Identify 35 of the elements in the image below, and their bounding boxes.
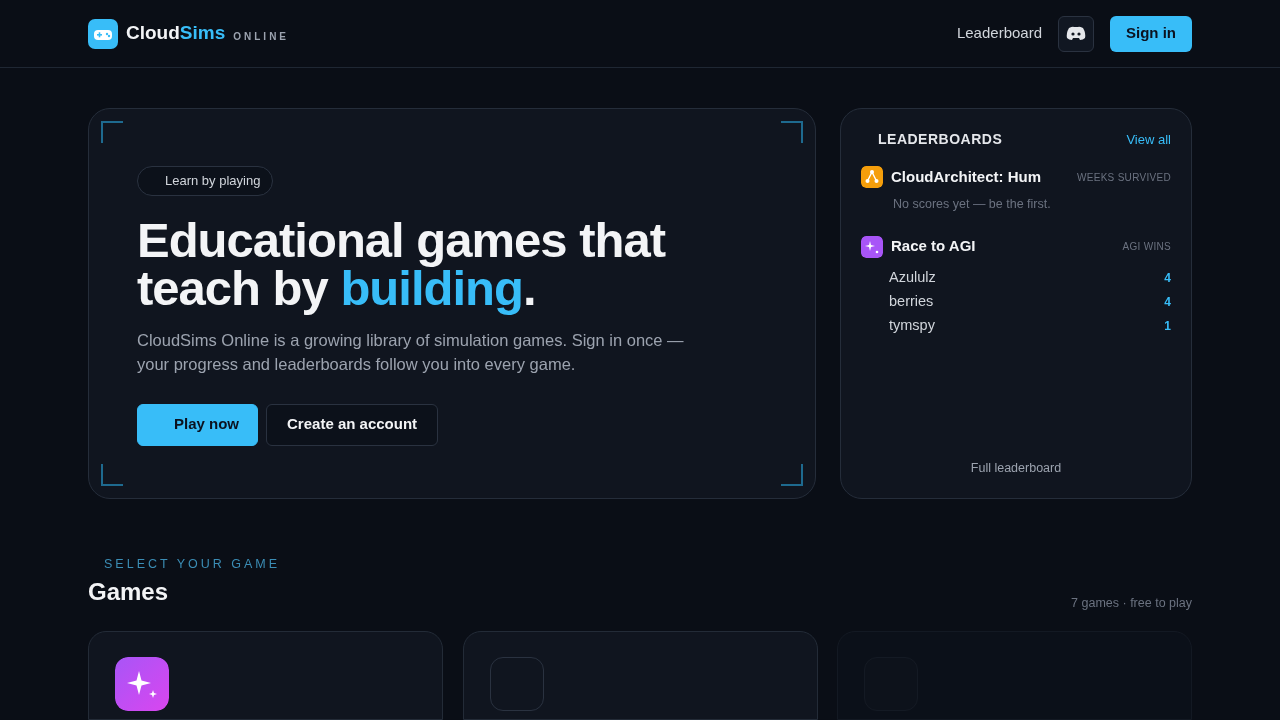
corner-bracket: [781, 464, 803, 486]
gamepad-logo-icon: [88, 18, 118, 49]
view-all-link[interactable]: View all: [1126, 129, 1171, 150]
metric-label: AGI WINS: [1122, 240, 1171, 254]
hero-description: CloudSims Online is a growing library of simulation games. Sign in once — your progress and leaderboards follow you into every game.: [137, 329, 685, 375]
games-summary: 7 games · free to play: [1071, 594, 1192, 612]
corner-bracket: [101, 464, 123, 486]
brand-name[interactable]: CloudSims: [126, 19, 226, 48]
sparkle-icon: [115, 656, 169, 711]
game-card[interactable]: [88, 630, 443, 720]
tag-pill: Learn by playing: [137, 166, 274, 196]
full-leaderboard-link[interactable]: Full leaderboard: [970, 461, 1062, 476]
section-eyebrow: SELECT YOUR GAME: [104, 556, 282, 573]
player-name: berries: [889, 291, 934, 311]
game-name: Race to AGI: [891, 236, 976, 257]
discord-button[interactable]: [1058, 15, 1094, 52]
player-score: 4: [1164, 269, 1171, 287]
metric-label: WEEKS SURVIVED: [1076, 170, 1171, 185]
corner-bracket: [781, 121, 803, 143]
play-now-button[interactable]: Play now: [137, 403, 259, 446]
brand-tagline: ONLINE: [233, 29, 290, 44]
player-score: 4: [1164, 293, 1171, 311]
player-score: 1: [1164, 317, 1171, 335]
sign-in-button[interactable]: Sign in: [1110, 15, 1192, 52]
create-account-button[interactable]: Create an account: [266, 403, 439, 446]
discord-icon: [1066, 26, 1086, 41]
leaderboard-link[interactable]: Leaderboard: [956, 22, 1042, 45]
empty-message: No scores yet — be the first.: [893, 195, 1052, 213]
section-title: Games: [88, 577, 169, 607]
corner-bracket: [101, 121, 123, 143]
player-name: tymspy: [889, 315, 935, 335]
player-name: Azululz: [889, 267, 936, 287]
leaderboards-heading: LEADERBOARDS: [878, 130, 1003, 149]
game-name: CloudArchitect: Hum: [891, 167, 1041, 187]
icon-placeholder: [489, 656, 544, 711]
